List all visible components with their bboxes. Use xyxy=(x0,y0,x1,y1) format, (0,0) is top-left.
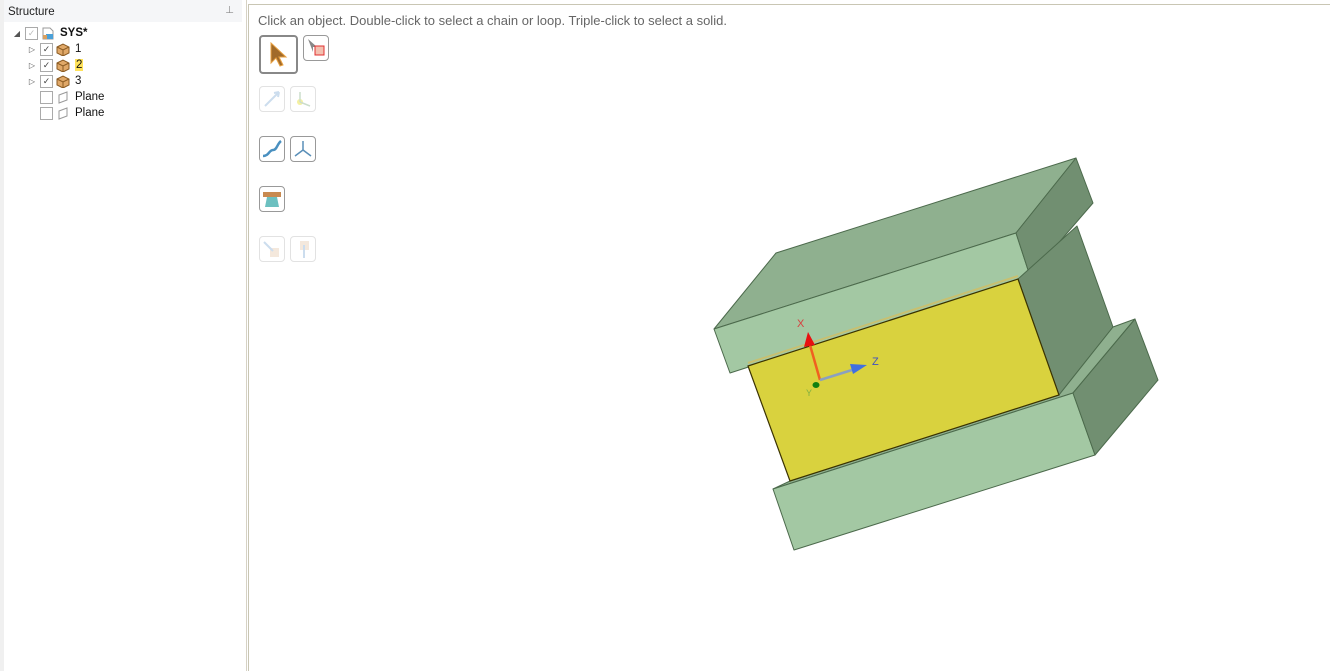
model-scene[interactable]: X Z Y xyxy=(0,0,1330,671)
x-axis-label: X xyxy=(797,318,805,330)
y-axis-marker xyxy=(812,382,820,388)
z-axis-label: Z xyxy=(872,356,879,368)
y-axis-label: Y xyxy=(806,388,812,398)
